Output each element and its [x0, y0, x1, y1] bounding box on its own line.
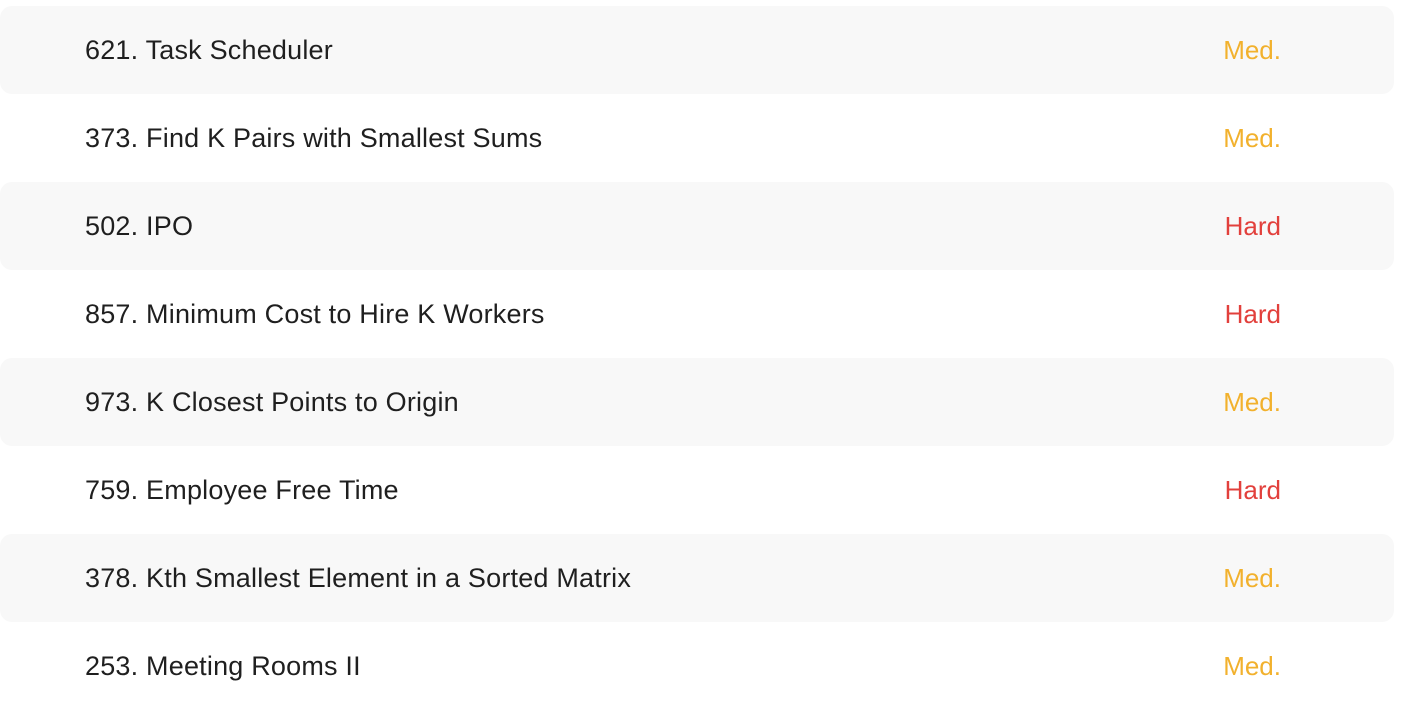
problem-title[interactable]: 973. K Closest Points to Origin	[85, 387, 459, 418]
difficulty-label: Hard	[1224, 210, 1281, 241]
problem-row[interactable]: 973. K Closest Points to Origin Med.	[0, 358, 1394, 446]
problem-row[interactable]: 621. Task Scheduler Med.	[0, 6, 1394, 94]
difficulty-label: Med.	[1223, 650, 1281, 681]
problem-title[interactable]: 621. Task Scheduler	[85, 35, 333, 66]
difficulty-label: Med.	[1223, 34, 1281, 65]
problem-list: 621. Task Scheduler Med. 373. Find K Pai…	[0, 6, 1394, 710]
problem-row[interactable]: 502. IPO Hard	[0, 182, 1394, 270]
problem-row[interactable]: 378. Kth Smallest Element in a Sorted Ma…	[0, 534, 1394, 622]
problem-title[interactable]: 759. Employee Free Time	[85, 475, 399, 506]
difficulty-label: Hard	[1224, 474, 1281, 505]
problem-title[interactable]: 378. Kth Smallest Element in a Sorted Ma…	[85, 563, 631, 594]
difficulty-label: Med.	[1223, 122, 1281, 153]
problem-title[interactable]: 253. Meeting Rooms II	[85, 651, 361, 682]
problem-title[interactable]: 857. Minimum Cost to Hire K Workers	[85, 299, 545, 330]
problem-row[interactable]: 857. Minimum Cost to Hire K Workers Hard	[0, 270, 1394, 358]
problem-row[interactable]: 253. Meeting Rooms II Med.	[0, 622, 1394, 710]
problem-row[interactable]: 373. Find K Pairs with Smallest Sums Med…	[0, 94, 1394, 182]
difficulty-label: Med.	[1223, 562, 1281, 593]
problem-title[interactable]: 373. Find K Pairs with Smallest Sums	[85, 123, 542, 154]
problem-row[interactable]: 759. Employee Free Time Hard	[0, 446, 1394, 534]
difficulty-label: Med.	[1223, 386, 1281, 417]
problem-title[interactable]: 502. IPO	[85, 211, 193, 242]
difficulty-label: Hard	[1224, 298, 1281, 329]
